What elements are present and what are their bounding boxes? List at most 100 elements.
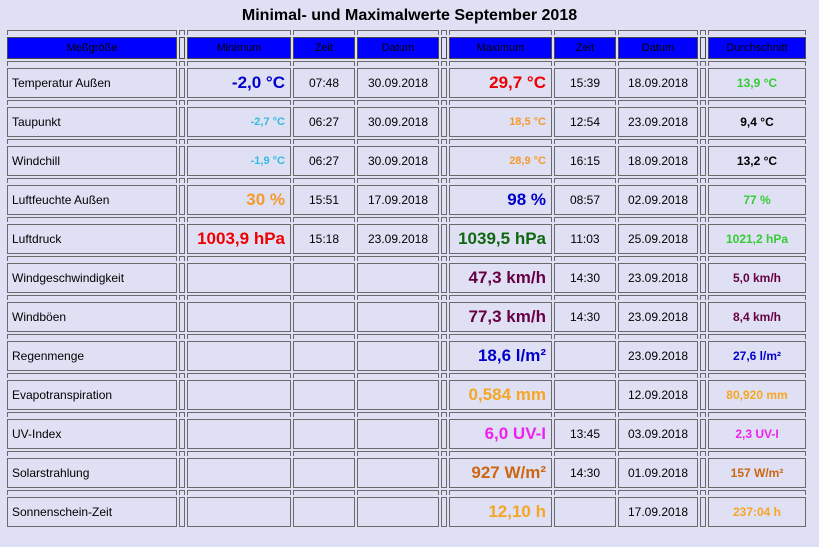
min-time	[293, 497, 355, 527]
row-label: Windböen	[7, 302, 177, 332]
max-time: 14:30	[554, 302, 616, 332]
row-label: Regenmenge	[7, 341, 177, 371]
max-value: 18,5 °C	[449, 107, 552, 137]
row-label: Evapotranspiration	[7, 380, 177, 410]
min-time	[293, 458, 355, 488]
header-maximum: Maximum	[449, 37, 552, 59]
min-value: 30 %	[187, 185, 291, 215]
max-value: 18,6 l/m²	[449, 341, 552, 371]
max-date: 12.09.2018	[618, 380, 698, 410]
spacer-row	[7, 61, 806, 66]
min-date	[357, 458, 439, 488]
max-time: 14:30	[554, 458, 616, 488]
table-row: Luftfeuchte Außen 30 % 15:51 17.09.2018 …	[7, 185, 806, 215]
max-value: 47,3 km/h	[449, 263, 552, 293]
min-value	[187, 497, 291, 527]
max-time: 14:30	[554, 263, 616, 293]
max-time: 12:54	[554, 107, 616, 137]
min-date: 17.09.2018	[357, 185, 439, 215]
min-date: 30.09.2018	[357, 107, 439, 137]
page-title: Minimal- und Maximalwerte September 2018	[241, 7, 578, 24]
min-date	[357, 263, 439, 293]
max-time: 16:15	[554, 146, 616, 176]
min-date: 30.09.2018	[357, 68, 439, 98]
header-min-date: Datum	[357, 37, 439, 59]
max-date: 01.09.2018	[618, 458, 698, 488]
header-max-time: Zeit	[554, 37, 616, 59]
max-value: 6,0 UV-I	[449, 419, 552, 449]
avg-value: 2,3 UV-I	[708, 419, 806, 449]
avg-value: 27,6 l/m²	[708, 341, 806, 371]
min-value	[187, 419, 291, 449]
max-time	[554, 341, 616, 371]
max-value: 927 W/m²	[449, 458, 552, 488]
row-label: Windgeschwindigkeit	[7, 263, 177, 293]
max-value: 28,9 °C	[449, 146, 552, 176]
max-value: 12,10 h	[449, 497, 552, 527]
min-value: -1,9 °C	[187, 146, 291, 176]
row-label: Windchill	[7, 146, 177, 176]
max-date: 02.09.2018	[618, 185, 698, 215]
avg-value: 77 %	[708, 185, 806, 215]
avg-value: 13,2 °C	[708, 146, 806, 176]
table-header-row: Meßgröße Minimum Zeit Datum Maximum Zeit…	[7, 37, 806, 59]
max-time: 11:03	[554, 224, 616, 254]
table-row: Evapotranspiration 0,584 mm 12.09.2018 8…	[7, 380, 806, 410]
min-time	[293, 419, 355, 449]
table-row: Regenmenge 18,6 l/m² 23.09.2018 27,6 l/m…	[7, 341, 806, 371]
min-date	[357, 419, 439, 449]
avg-value: 13,9 °C	[708, 68, 806, 98]
header-max-date: Datum	[618, 37, 698, 59]
max-time: 13:45	[554, 419, 616, 449]
max-date: 23.09.2018	[618, 107, 698, 137]
max-value: 0,584 mm	[449, 380, 552, 410]
max-value: 1039,5 hPa	[449, 224, 552, 254]
max-date: 18.09.2018	[618, 68, 698, 98]
min-time: 15:51	[293, 185, 355, 215]
table-row: Luftdruck 1003,9 hPa 15:18 23.09.2018 10…	[7, 224, 806, 254]
avg-value: 80,920 mm	[708, 380, 806, 410]
min-max-table: Meßgröße Minimum Zeit Datum Maximum Zeit…	[5, 28, 808, 529]
max-date: 25.09.2018	[618, 224, 698, 254]
min-time: 15:18	[293, 224, 355, 254]
max-date: 23.09.2018	[618, 302, 698, 332]
avg-value: 8,4 km/h	[708, 302, 806, 332]
row-label: Solarstrahlung	[7, 458, 177, 488]
spacer-row	[7, 30, 806, 35]
max-date: 17.09.2018	[618, 497, 698, 527]
table-row: Windgeschwindigkeit 47,3 km/h 14:30 23.0…	[7, 263, 806, 293]
row-label: Temperatur Außen	[7, 68, 177, 98]
max-value: 98 %	[449, 185, 552, 215]
max-date: 23.09.2018	[618, 263, 698, 293]
max-time	[554, 497, 616, 527]
max-date: 18.09.2018	[618, 146, 698, 176]
avg-value: 237:04 h	[708, 497, 806, 527]
min-time	[293, 380, 355, 410]
max-time: 15:39	[554, 68, 616, 98]
min-value	[187, 380, 291, 410]
min-value	[187, 458, 291, 488]
table-row: Sonnenschein-Zeit 12,10 h 17.09.2018 237…	[7, 497, 806, 527]
min-date	[357, 380, 439, 410]
row-label: Luftdruck	[7, 224, 177, 254]
max-date: 03.09.2018	[618, 419, 698, 449]
min-time	[293, 341, 355, 371]
table-row: Temperatur Außen -2,0 °C 07:48 30.09.201…	[7, 68, 806, 98]
min-value: -2,0 °C	[187, 68, 291, 98]
min-date: 30.09.2018	[357, 146, 439, 176]
avg-value: 1021,2 hPa	[708, 224, 806, 254]
min-date	[357, 497, 439, 527]
min-date: 23.09.2018	[357, 224, 439, 254]
min-time: 06:27	[293, 146, 355, 176]
header-min-time: Zeit	[293, 37, 355, 59]
table-row: Windchill -1,9 °C 06:27 30.09.2018 28,9 …	[7, 146, 806, 176]
row-label: Taupunkt	[7, 107, 177, 137]
max-value: 77,3 km/h	[449, 302, 552, 332]
row-label: Sonnenschein-Zeit	[7, 497, 177, 527]
table-row: Taupunkt -2,7 °C 06:27 30.09.2018 18,5 °…	[7, 107, 806, 137]
min-date	[357, 341, 439, 371]
avg-value: 5,0 km/h	[708, 263, 806, 293]
table-row: Windböen 77,3 km/h 14:30 23.09.2018 8,4 …	[7, 302, 806, 332]
min-time	[293, 302, 355, 332]
min-value	[187, 341, 291, 371]
